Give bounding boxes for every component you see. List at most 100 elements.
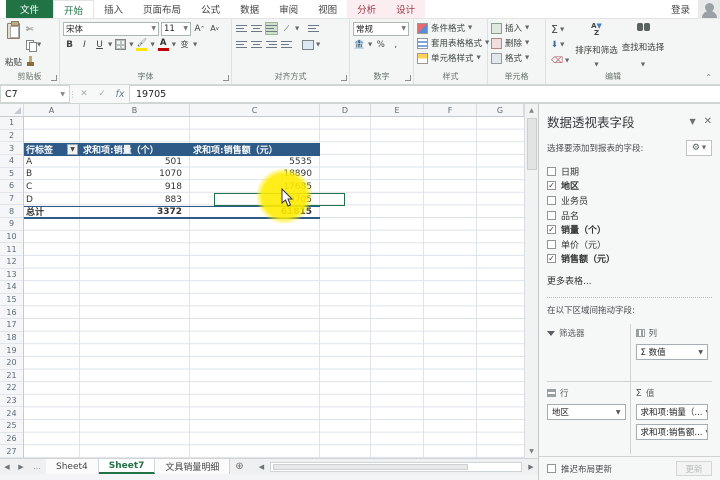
autosum-button[interactable]: Σ▼ — [551, 23, 569, 36]
column-header-E[interactable]: E — [371, 104, 424, 116]
row-header-18[interactable]: 18 — [0, 332, 23, 345]
column-header-F[interactable]: F — [424, 104, 477, 116]
row-header-21[interactable]: 21 — [0, 370, 23, 383]
field-checkbox[interactable] — [547, 167, 556, 176]
row-header-15[interactable]: 15 — [0, 294, 23, 307]
tab-数据[interactable]: 数据 — [230, 0, 269, 18]
pivot-data-row[interactable]: D88319705 — [24, 193, 320, 206]
hscroll-right-arrow[interactable]: ▶ — [524, 463, 538, 471]
row-header-17[interactable]: 17 — [0, 319, 23, 332]
horizontal-scrollbar[interactable]: ◀ ▶ — [254, 459, 538, 474]
row-header-6[interactable]: 6 — [0, 180, 23, 193]
column-header-D[interactable]: D — [320, 104, 371, 116]
fill-color-button[interactable]: 🖌 — [135, 38, 148, 51]
row-header-26[interactable]: 26 — [0, 433, 23, 446]
confirm-entry-button[interactable]: ✓ — [93, 85, 111, 103]
pivot-total-row[interactable]: 总计 3372 61815 — [24, 206, 320, 219]
number-dialog-launcher[interactable] — [405, 75, 411, 81]
column-header-A[interactable]: A — [24, 104, 80, 116]
new-sheet-button[interactable]: ⊕ — [230, 459, 248, 474]
percent-style-button[interactable]: % — [374, 38, 387, 51]
align-center-button[interactable] — [250, 38, 263, 51]
tab-页面布局[interactable]: 页面布局 — [133, 0, 191, 18]
comma-style-button[interactable]: , — [389, 38, 402, 51]
more-tables-link[interactable]: 更多表格... — [547, 274, 712, 287]
tab-开始[interactable]: 开始 — [53, 0, 94, 18]
row-header-2[interactable]: 2 — [0, 130, 23, 143]
cancel-entry-button[interactable]: ✕ — [75, 85, 93, 103]
row-header-12[interactable]: 12 — [0, 256, 23, 269]
pane-close-button[interactable]: ✕ — [704, 116, 712, 127]
sheet-overflow-button[interactable]: ... — [28, 459, 46, 474]
pane-options-button[interactable]: ▼ — [689, 117, 695, 126]
insert-cells-button[interactable]: 插入▼ — [491, 21, 542, 35]
tab-公式[interactable]: 公式 — [191, 0, 230, 18]
scroll-down-arrow[interactable]: ▼ — [525, 445, 538, 458]
row-header-7[interactable]: 7 — [0, 193, 23, 206]
hscroll-left-arrow[interactable]: ◀ — [254, 463, 268, 471]
insert-function-button[interactable]: fx — [111, 85, 129, 103]
values-field-pill[interactable]: 求和项:销量（...▼ — [636, 404, 709, 420]
field-checkbox[interactable] — [547, 240, 556, 249]
find-select-button[interactable]: 查找和选择 ▼ — [620, 21, 667, 70]
horizontal-scroll-thumb[interactable] — [273, 464, 468, 470]
field-item-单价（元）[interactable]: 单价（元） — [547, 237, 712, 252]
field-item-日期[interactable]: 日期 — [547, 164, 712, 179]
row-header-3[interactable]: 3 — [0, 142, 23, 155]
tab-file[interactable]: 文件 — [6, 0, 53, 18]
shrink-font-button[interactable]: Av — [208, 22, 221, 35]
font-dialog-launcher[interactable] — [223, 75, 229, 81]
field-item-地区[interactable]: ✓地区 — [547, 179, 712, 194]
update-button[interactable]: 更新 — [676, 461, 712, 476]
clear-button[interactable]: ⌫▼ — [551, 55, 569, 68]
columns-field-pill[interactable]: Σ 数值▼ — [636, 344, 709, 360]
collapse-ribbon-button[interactable]: ⌃ — [705, 73, 712, 82]
decrease-indent-button[interactable] — [280, 38, 293, 51]
row-header-13[interactable]: 13 — [0, 269, 23, 282]
phonetic-button[interactable]: 变 — [178, 38, 191, 51]
pivot-data-row[interactable]: B107018890 — [24, 168, 320, 181]
name-box[interactable]: C7▼ — [0, 85, 70, 103]
vertical-scrollbar[interactable]: ▲ ▼ — [524, 104, 538, 458]
italic-button[interactable]: I — [78, 38, 91, 51]
number-format-combo[interactable]: 常规▼ — [353, 22, 409, 36]
alignment-dialog-launcher[interactable] — [341, 75, 347, 81]
vertical-scroll-thumb[interactable] — [527, 118, 537, 170]
column-header-G[interactable]: G — [477, 104, 524, 116]
field-checkbox[interactable] — [547, 196, 556, 205]
select-all-corner[interactable] — [0, 104, 24, 116]
tab-视图[interactable]: 视图 — [308, 0, 347, 18]
filters-area[interactable]: 筛选器 — [547, 324, 630, 381]
sheet-nav-left[interactable]: ◀ — [0, 459, 14, 474]
row-header-24[interactable]: 24 — [0, 407, 23, 420]
conditional-formatting-button[interactable]: 条件格式▼ — [417, 21, 484, 35]
sheet-tab-Sheet7[interactable]: Sheet7 — [99, 459, 156, 474]
borders-button[interactable] — [114, 38, 127, 51]
formula-input[interactable]: 19705 — [129, 85, 720, 103]
pivot-data-row[interactable]: A5015535 — [24, 156, 320, 169]
values-area[interactable]: Σ值 求和项:销量（...▼求和项:销售额...▼ — [630, 384, 713, 441]
row-header-4[interactable]: 4 — [0, 155, 23, 168]
row-header-8[interactable]: 8 — [0, 205, 23, 218]
paste-button[interactable]: 粘贴 — [3, 21, 24, 70]
field-item-业务员[interactable]: 业务员 — [547, 193, 712, 208]
row-header-23[interactable]: 23 — [0, 395, 23, 408]
format-painter-button[interactable] — [26, 55, 41, 68]
font-size-combo[interactable]: 11▼ — [161, 22, 191, 36]
row-header-9[interactable]: 9 — [0, 218, 23, 231]
sign-in-link[interactable]: 登录 — [671, 2, 690, 16]
rows-area[interactable]: 行 地区▼ — [547, 384, 630, 441]
wrap-text-button[interactable] — [307, 22, 320, 35]
accounting-format-button[interactable]: 🏦 — [353, 38, 366, 51]
row-header-1[interactable]: 1 — [0, 117, 23, 130]
tab-审阅[interactable]: 审阅 — [269, 0, 308, 18]
field-item-销量（个）[interactable]: ✓销量（个） — [547, 222, 712, 237]
format-as-table-button[interactable]: 套用表格格式▼ — [417, 36, 484, 50]
row-header-20[interactable]: 20 — [0, 357, 23, 370]
field-checkbox[interactable]: ✓ — [547, 181, 556, 190]
tab-分析[interactable]: 分析 — [347, 0, 386, 18]
clipboard-dialog-launcher[interactable] — [51, 75, 57, 81]
format-cells-button[interactable]: 格式▼ — [491, 51, 542, 65]
user-account-button[interactable] — [698, 0, 720, 19]
field-item-品名[interactable]: 品名 — [547, 208, 712, 223]
